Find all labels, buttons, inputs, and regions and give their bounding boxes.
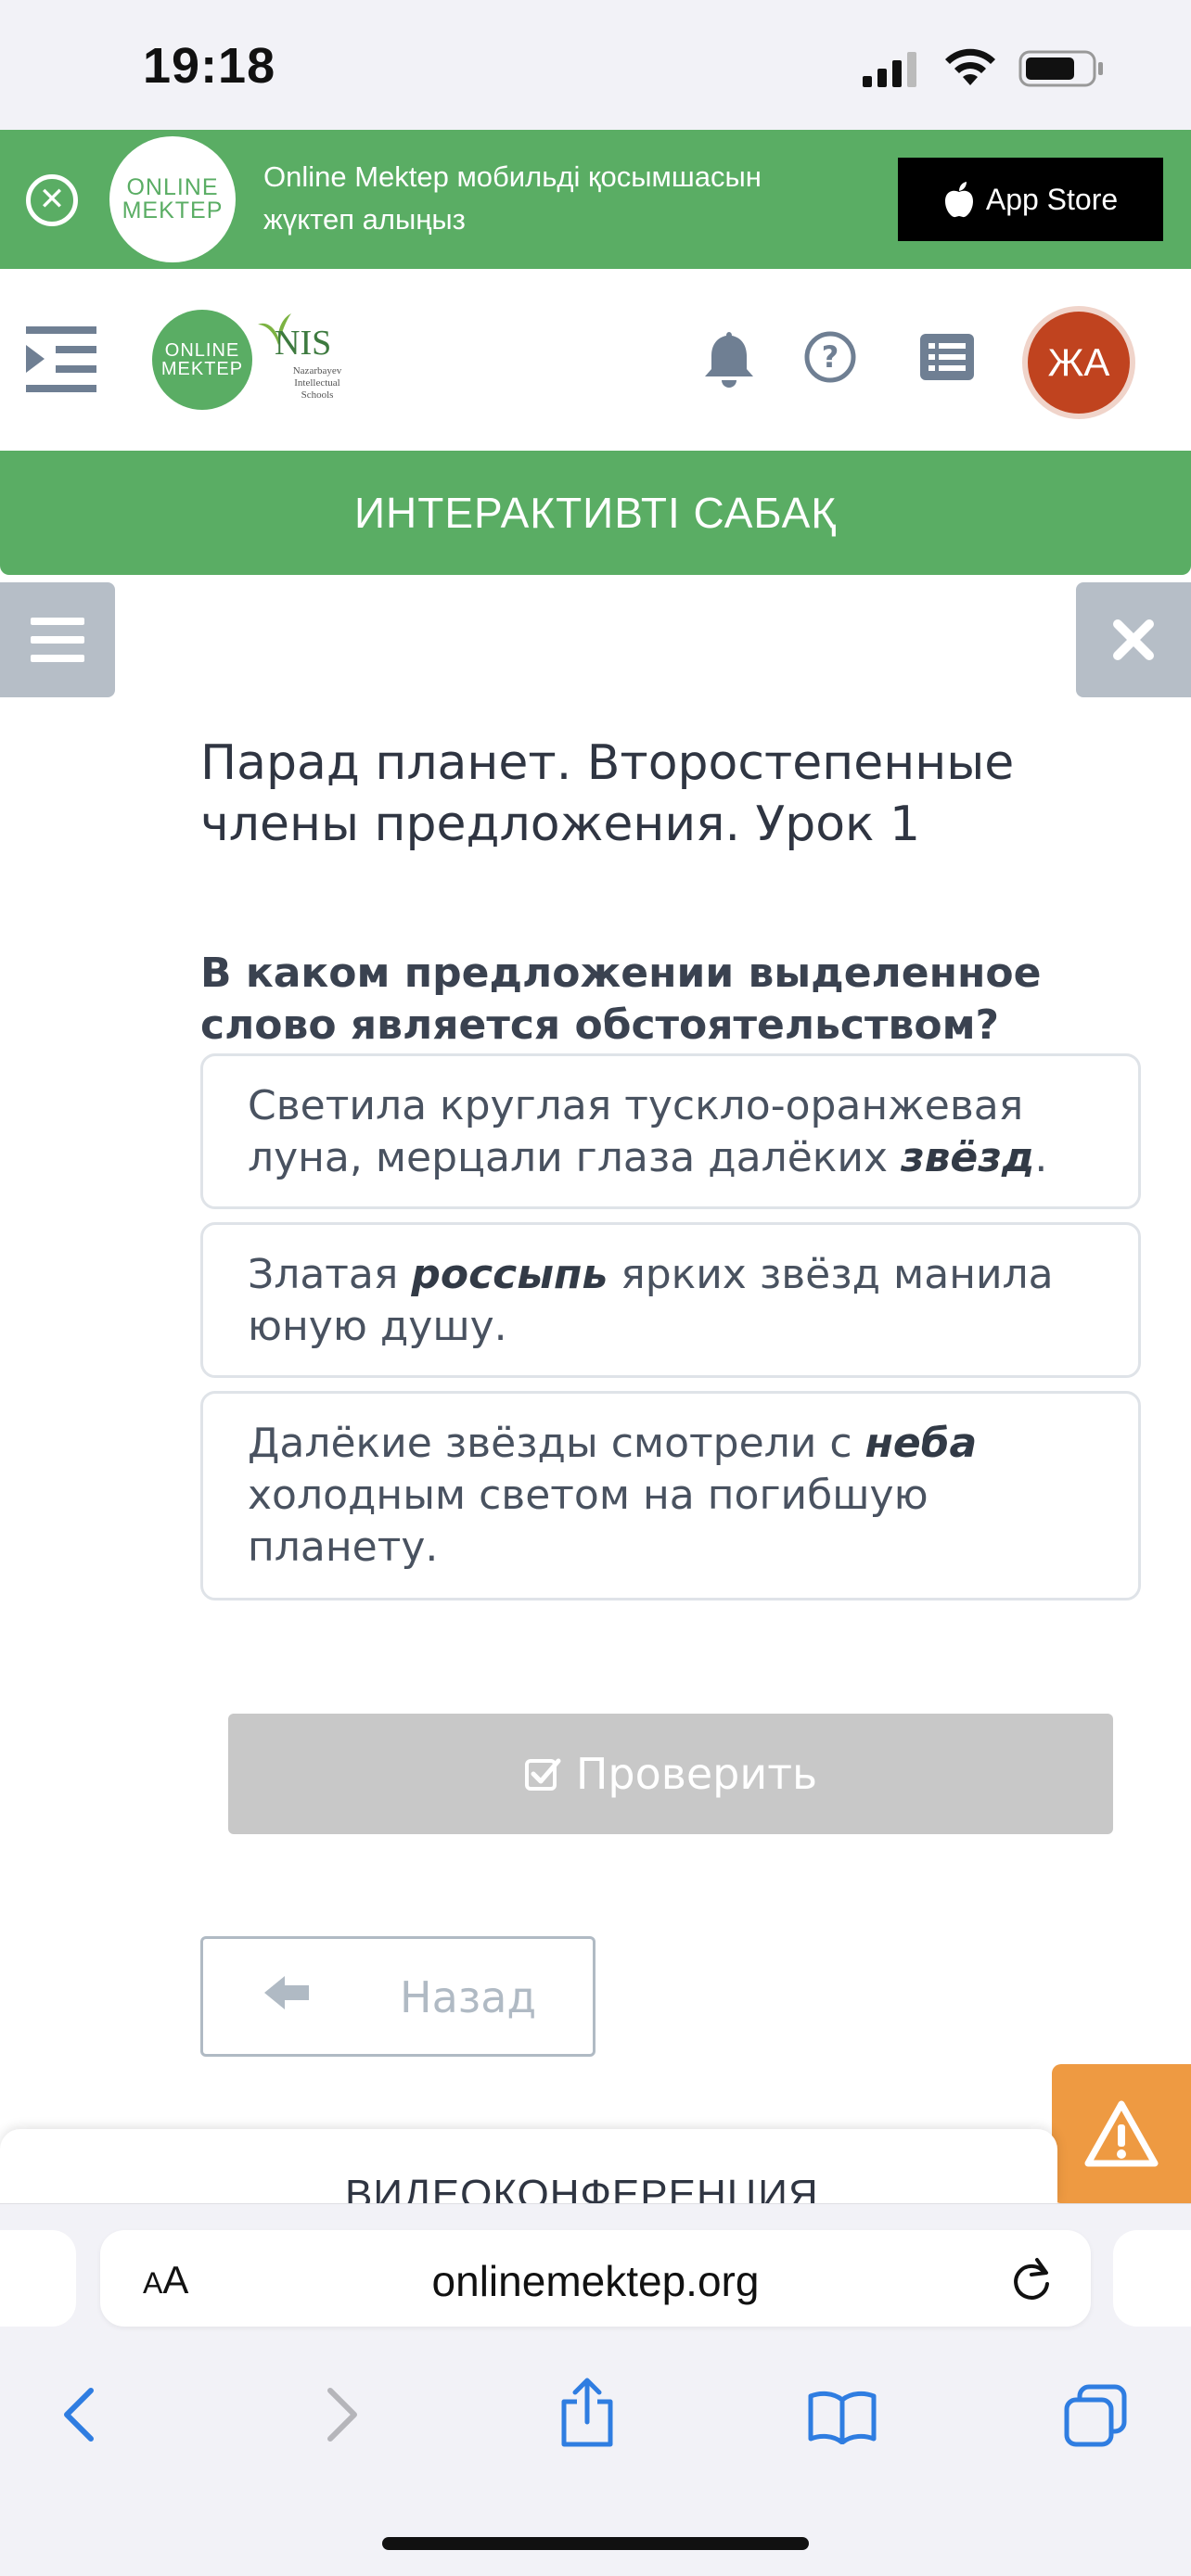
app-header: ONLINE MEKTEP NIS Nazarbayev Intellectua… xyxy=(0,269,1191,451)
share-icon[interactable] xyxy=(558,2378,616,2448)
close-lesson-button[interactable] xyxy=(1076,582,1191,697)
answer-option-3[interactable]: Далёкие звёзды смотрели с неба холодным … xyxy=(200,1391,1141,1600)
promo-text-line-1: Online Mektep мобильді қосымшасын xyxy=(263,160,762,193)
logo-line-2: MEKTEP xyxy=(160,359,244,379)
option-highlighted-word: россыпь xyxy=(411,1251,608,1298)
url-text: onlinemektep.org xyxy=(431,2257,760,2305)
url-field[interactable]: AA onlinemektep.org xyxy=(100,2230,1091,2327)
nis-subtitle-line-3: Schools xyxy=(301,389,334,401)
tabs-icon[interactable] xyxy=(1063,2383,1128,2448)
nis-title: NIS xyxy=(275,324,332,363)
warning-icon xyxy=(1084,2100,1159,2167)
app-store-label: App Store xyxy=(985,182,1119,216)
answer-option-1[interactable]: Светила круглая тускло-оранжевая луна, м… xyxy=(200,1053,1141,1209)
avatar[interactable]: ЖА xyxy=(1022,306,1135,419)
bell-icon[interactable] xyxy=(701,328,757,393)
status-time: 19:18 xyxy=(143,38,276,94)
lesson-title: Парад планет. Второстепенные члены предл… xyxy=(200,735,1015,852)
option-text: Златая xyxy=(248,1251,412,1298)
previous-tab-preview[interactable] xyxy=(0,2230,76,2327)
bookmarks-book-icon[interactable] xyxy=(807,2389,877,2444)
nis-subtitle: Nazarbayev Intellectual Schools xyxy=(278,365,356,402)
list-icon[interactable] xyxy=(920,334,974,384)
next-tab-preview[interactable] xyxy=(1113,2230,1191,2327)
app-promo-banner: ✕ ONLINE MEKTEP Online Mektep мобильді қ… xyxy=(0,130,1191,269)
nis-subtitle-line-2: Intellectual xyxy=(294,377,340,389)
answer-option-2[interactable]: Златая россыпь ярких звёзд манила юную д… xyxy=(200,1222,1141,1378)
promo-text-line-2: жүктеп алыңыз xyxy=(263,203,466,236)
lesson-menu-button[interactable] xyxy=(0,582,115,697)
wifi-icon xyxy=(945,48,995,85)
status-icons xyxy=(863,48,1106,89)
option-highlighted-word: неба xyxy=(864,1420,978,1467)
option-text: . xyxy=(1034,1134,1048,1181)
browser-address-bar: AA onlinemektep.org xyxy=(0,2203,1191,2352)
logo-line-1: ONLINE xyxy=(164,340,240,361)
forward-chevron-icon[interactable] xyxy=(321,2385,362,2444)
question-text: В каком предложении выделенное слово явл… xyxy=(200,950,1042,1049)
apple-icon xyxy=(944,182,973,218)
reload-icon[interactable] xyxy=(1009,2256,1054,2302)
promo-close-icon[interactable]: ✕ xyxy=(26,174,78,226)
nis-logo: NIS Nazarbayev Intellectual Schools xyxy=(256,310,358,412)
arrow-left-icon xyxy=(264,1976,309,2009)
section-title-bar: ИНТЕРАКТИВТІ САБАҚ xyxy=(0,451,1191,575)
back-chevron-icon[interactable] xyxy=(59,2385,100,2444)
nis-subtitle-line-1: Nazarbayev xyxy=(292,365,342,376)
status-bar: 19:18 xyxy=(0,0,1191,130)
option-text: Далёкие звёзды смотрели с xyxy=(248,1420,865,1467)
back-button[interactable]: Назад xyxy=(200,1936,596,2057)
online-mektep-logo[interactable]: ONLINE MEKTEP xyxy=(152,310,252,410)
option-text: холодным светом на погибшую планету. xyxy=(248,1472,928,1571)
video-conference-panel[interactable]: ВИДЕОКОНФЕРЕНЦИЯ xyxy=(0,2129,1057,2203)
help-icon[interactable]: ? xyxy=(803,330,857,388)
home-indicator xyxy=(382,2537,809,2550)
browser-toolbar xyxy=(0,2352,1191,2576)
logo-line-2: MEKTEP xyxy=(122,198,224,223)
battery-icon xyxy=(1018,50,1103,87)
cellular-signal-icon xyxy=(863,52,916,87)
close-icon xyxy=(1113,619,1154,660)
logo-line-1: ONLINE xyxy=(126,174,219,200)
check-button[interactable]: Проверить xyxy=(228,1714,1113,1834)
online-mektep-logo: ONLINE MEKTEP xyxy=(109,136,236,262)
check-button-label: Проверить xyxy=(575,1749,818,1799)
app-store-button[interactable]: App Store xyxy=(898,158,1163,241)
option-highlighted-word: звёзд xyxy=(901,1134,1035,1181)
promo-text: Online Mektep мобильді қосымшасын жүктеп… xyxy=(263,156,839,241)
report-problem-button[interactable] xyxy=(1052,2064,1191,2203)
menu-indent-icon[interactable] xyxy=(26,326,98,397)
hamburger-icon xyxy=(31,618,84,662)
checkbox-check-icon xyxy=(524,1758,561,1791)
video-conference-label: ВИДЕОКОНФЕРЕНЦИЯ xyxy=(345,2172,819,2203)
back-button-label: Назад xyxy=(400,1972,537,2022)
svg-text:?: ? xyxy=(822,339,839,375)
